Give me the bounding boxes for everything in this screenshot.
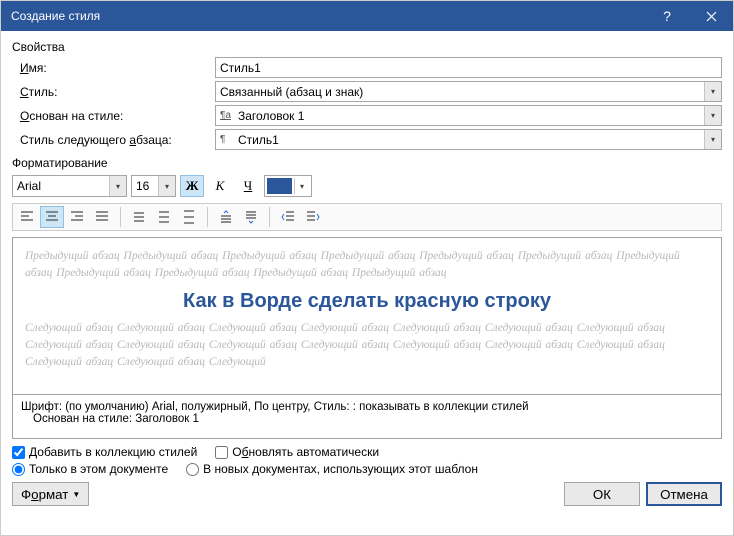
only-this-doc-radio[interactable]: Только в этом документе	[12, 462, 168, 476]
desc-line2: Основан на стиле: Заголовок 1	[21, 413, 713, 425]
space-before-inc-button[interactable]	[214, 206, 238, 228]
bold-button[interactable]: Ж	[180, 175, 204, 197]
section-properties-label: Свойства	[12, 40, 722, 54]
linespacing-1-button[interactable]	[127, 206, 151, 228]
align-justify-button[interactable]	[90, 206, 114, 228]
align-left-button[interactable]	[15, 206, 39, 228]
add-collection-checkbox[interactable]: Добавить в коллекцию стилей	[12, 445, 197, 459]
paragraph-icon: ¶	[220, 134, 234, 145]
indent-decrease-button[interactable]	[276, 206, 300, 228]
fontsize-combo[interactable]: 16 ▾	[131, 175, 176, 197]
ok-button[interactable]: ОК	[564, 482, 640, 506]
section-formatting-label: Форматирование	[12, 156, 722, 170]
name-label: Имя:	[12, 61, 215, 75]
fontcolor-button[interactable]: ▾	[264, 175, 312, 197]
paragraph-icon: ¶a	[220, 110, 234, 121]
styletype-label: Стиль:	[12, 85, 215, 99]
font-combo[interactable]: Arial ▾	[12, 175, 127, 197]
italic-button[interactable]: К	[208, 175, 232, 197]
help-button[interactable]: ?	[645, 1, 689, 31]
linespacing-2-button[interactable]	[177, 206, 201, 228]
styletype-combo[interactable]: Связанный (абзац и знак) ▾	[215, 81, 722, 102]
paragraph-toolbar	[12, 203, 722, 231]
chevron-down-icon: ▾	[704, 106, 721, 125]
basedon-label: Основан на стиле:	[12, 109, 215, 123]
chevron-down-icon: ▾	[704, 130, 721, 149]
titlebar: Создание стиля ?	[1, 1, 733, 31]
chevron-down-icon: ▾	[294, 178, 309, 194]
name-input[interactable]	[215, 57, 722, 78]
format-menu-button[interactable]: Формат ▼	[12, 482, 89, 506]
linespacing-15-button[interactable]	[152, 206, 176, 228]
close-button[interactable]	[689, 1, 733, 31]
nextstyle-combo[interactable]: ¶ Стиль1 ▾	[215, 129, 722, 150]
chevron-down-icon: ▾	[704, 82, 721, 101]
basedon-combo[interactable]: ¶a Заголовок 1 ▾	[215, 105, 722, 126]
align-center-button[interactable]	[40, 206, 64, 228]
underline-button[interactable]: Ч	[236, 175, 260, 197]
nextstyle-label: Стиль следующего абзаца:	[12, 133, 215, 147]
align-right-button[interactable]	[65, 206, 89, 228]
auto-update-checkbox[interactable]: Обновлять автоматически	[215, 445, 379, 459]
chevron-down-icon: ▾	[109, 176, 126, 196]
desc-line1: Шрифт: (по умолчанию) Arial, полужирный,…	[21, 401, 713, 413]
cancel-button[interactable]: Отмена	[646, 482, 722, 506]
dialog-title: Создание стиля	[11, 9, 645, 23]
preview-next-text: Следующий абзац Следующий абзац Следующи…	[25, 320, 709, 370]
chevron-down-icon: ▾	[158, 176, 175, 196]
description-box: Шрифт: (по умолчанию) Arial, полужирный,…	[12, 395, 722, 439]
preview-prev-text: Предыдущий абзац Предыдущий абзац Предыд…	[25, 248, 709, 281]
color-swatch	[267, 178, 292, 194]
space-before-dec-button[interactable]	[239, 206, 263, 228]
formatting-toolbar: Arial ▾ 16 ▾ Ж К Ч ▾	[12, 175, 722, 197]
caret-down-icon: ▼	[72, 490, 80, 499]
indent-increase-button[interactable]	[301, 206, 325, 228]
preview-pane: Предыдущий абзац Предыдущий абзац Предыд…	[12, 237, 722, 395]
new-docs-radio[interactable]: В новых документах, использующих этот ша…	[186, 462, 478, 476]
preview-sample-text: Как в Ворде сделать красную строку	[25, 287, 709, 316]
